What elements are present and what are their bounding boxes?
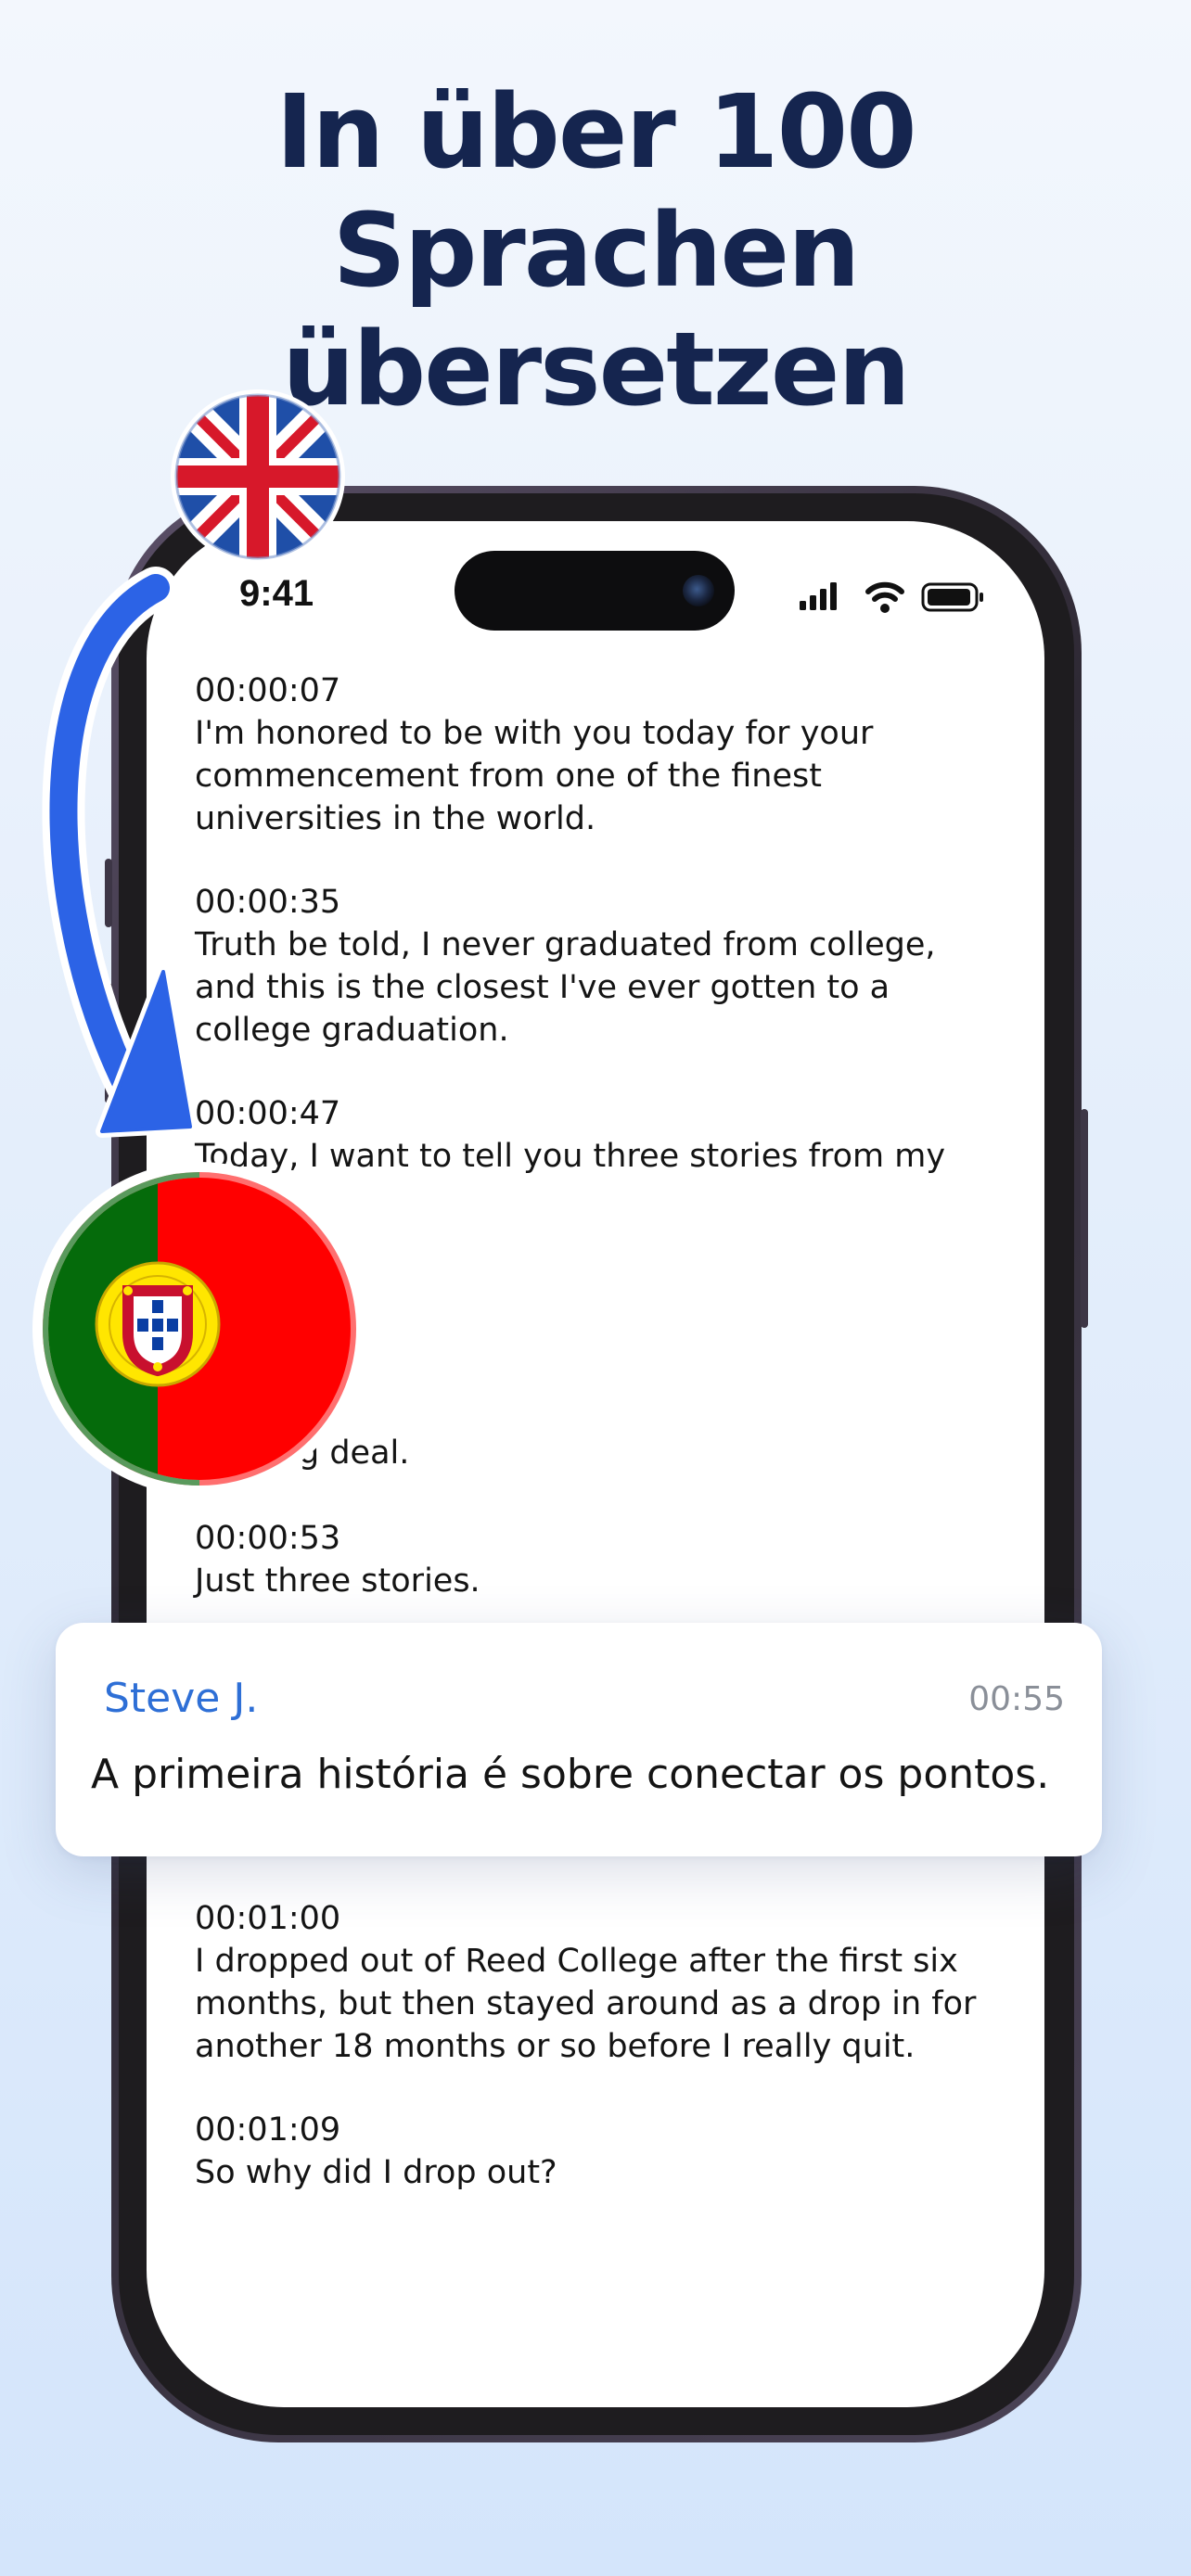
transcript-line: Truth be told, I never graduated from co… — [195, 926, 936, 963]
transcript-line: I dropped out of Reed College after the … — [195, 1943, 958, 1980]
headline-line-1: In über 100 — [275, 72, 916, 191]
transcript-entry: 00:00:53 Just three stories. — [195, 1517, 1030, 1602]
headline-line-2: Sprachen — [332, 191, 861, 310]
signal-icon — [800, 582, 837, 610]
popup-timestamp: 00:55 — [968, 1680, 1065, 1718]
timestamp: 00:01:09 — [195, 2111, 341, 2149]
portugal-flag-icon — [32, 1162, 366, 1496]
status-icons — [800, 581, 983, 613]
dynamic-island — [455, 551, 735, 631]
timestamp: 00:00:47 — [195, 1095, 341, 1132]
uk-flag-icon — [171, 389, 345, 564]
side-button-right — [1081, 1109, 1088, 1328]
transcript-line: another 18 months or so before I really … — [195, 2028, 916, 2065]
curved-arrow-icon — [42, 567, 197, 1138]
translated-text: A primeira história é sobre conectar os … — [91, 1751, 1050, 1798]
transcript-line: and this is the closest I've ever gotten… — [195, 969, 890, 1006]
timestamp: 00:00:53 — [195, 1520, 341, 1557]
transcript-line: So why did I drop out? — [195, 2154, 557, 2191]
transcript-entry: 00:00:07 I'm honored to be with you toda… — [195, 670, 1030, 840]
transcript-line: months, but then stayed around as a drop… — [195, 1985, 977, 2022]
timestamp: 00:00:35 — [195, 884, 341, 921]
transcript-line: Just three stories. — [195, 1562, 480, 1600]
transcript-entry: 00:01:00 I dropped out of Reed College a… — [195, 1897, 1030, 2068]
battery-icon — [921, 582, 983, 612]
transcript-line: I'm honored to be with you today for you… — [195, 715, 874, 752]
wifi-icon — [865, 581, 904, 613]
camera-icon — [683, 575, 714, 606]
timestamp: 00:00:07 — [195, 672, 341, 709]
portugal-coat-of-arms — [95, 1261, 221, 1387]
transcript-entry: 00:00:35 Truth be told, I never graduate… — [195, 881, 1030, 1052]
transcript-line: universities in the world. — [195, 800, 596, 837]
transcript-line: college graduation. — [195, 1012, 509, 1049]
translation-card[interactable]: Steve J. 00:55 A primeira história é sob… — [56, 1623, 1102, 1856]
headline: In über 100 Sprachen übersetzen — [0, 72, 1191, 428]
speaker-name: Steve J. — [104, 1675, 259, 1722]
transcript-entry: 00:01:09 So why did I drop out? — [195, 2109, 1030, 2194]
transcript-line: commencement from one of the finest — [195, 758, 822, 795]
timestamp: 00:01:00 — [195, 1900, 341, 1937]
